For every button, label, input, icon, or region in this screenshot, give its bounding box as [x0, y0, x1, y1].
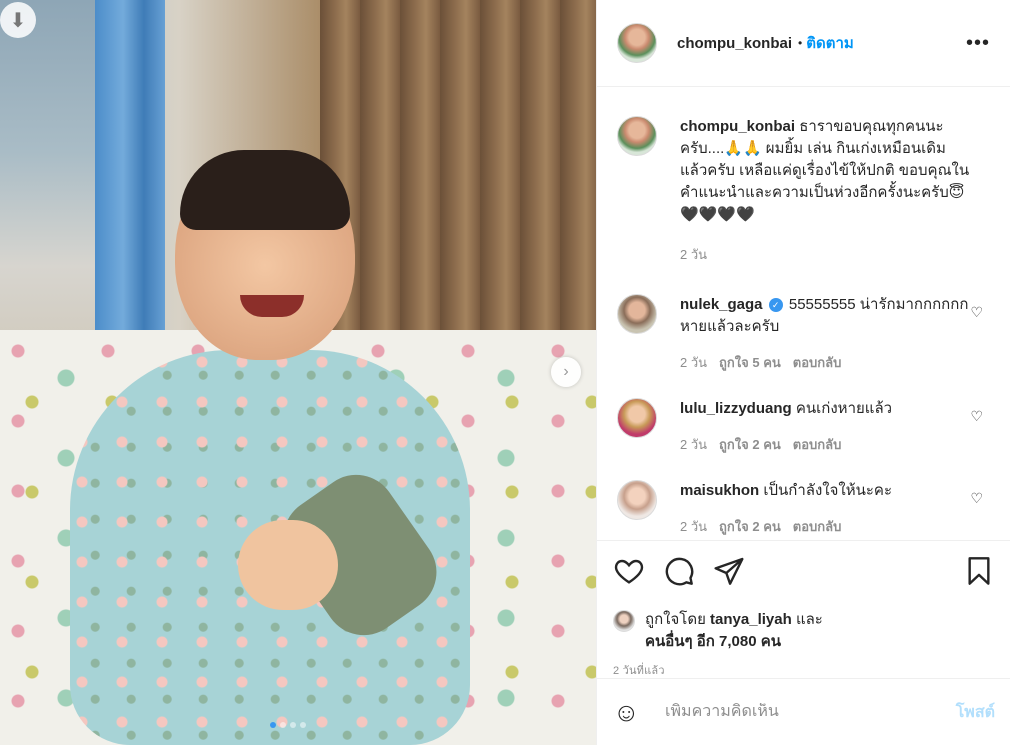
comment-likes[interactable]: ถูกใจ 2 คน	[719, 434, 781, 456]
comments-list[interactable]: chompu_konbai ธาราขอบคุณทุกคนนะครับ....🙏…	[597, 88, 1010, 540]
comment-text: คนเก่งหายแล้ว	[795, 400, 893, 417]
comment-item: nulek_gaga ✓ 55555555 น่ารักมากกกกกก หาย…	[617, 294, 991, 374]
carousel-dot	[300, 722, 306, 728]
carousel-dot	[290, 722, 296, 728]
comment-likes[interactable]: ถูกใจ 2 คน	[719, 516, 781, 538]
comment-likes[interactable]: ถูกใจ 5 คน	[719, 352, 781, 374]
post-button[interactable]: โพสต์	[956, 700, 995, 725]
add-comment-bar: ☺ โพสต์	[597, 678, 1010, 745]
post-side-panel: chompu_konbai • ติดตาม ••• chompu_konbai…	[596, 0, 1010, 745]
post-image[interactable]: ⬇ ›	[0, 0, 596, 745]
comment-item: lulu_lizzyduang คนเก่งหายแล้ว 2 วัน ถูกใ…	[617, 398, 991, 456]
post-timestamp[interactable]: 2 วันที่แล้ว	[613, 661, 995, 679]
avatar[interactable]	[613, 610, 635, 632]
comment-icon[interactable]	[663, 555, 695, 587]
comment-time[interactable]: 2 วัน	[680, 516, 707, 538]
post-actions: ถูกใจโดย tanya_liyah และ คนอื่นๆ อีก 7,0…	[597, 540, 1010, 678]
post-header: chompu_konbai • ติดตาม •••	[597, 0, 1010, 87]
likes-conj: และ	[795, 611, 823, 628]
chevron-right-icon: ›	[563, 363, 569, 380]
carousel-dot	[280, 722, 286, 728]
reply-button[interactable]: ตอบกลับ	[793, 352, 842, 374]
likes-summary: ถูกใจโดย tanya_liyah และ คนอื่นๆ อีก 7,0…	[613, 609, 995, 653]
send-icon[interactable]	[713, 555, 745, 587]
bookmark-icon[interactable]	[963, 555, 995, 587]
reply-button[interactable]: ตอบกลับ	[793, 516, 842, 538]
download-button[interactable]: ⬇	[0, 2, 36, 38]
comment-heart-icon[interactable]: ♡	[970, 304, 983, 321]
caption: chompu_konbai ธาราขอบคุณทุกคนนะครับ....🙏…	[617, 116, 991, 266]
comment-item: maisukhon เป็นกำลังใจให้นะคะ 2 วัน ถูกใจ…	[617, 480, 991, 538]
carousel-next-button[interactable]: ›	[551, 357, 581, 387]
avatar[interactable]	[617, 480, 657, 520]
comment-text: เป็นกำลังใจให้นะคะ	[763, 482, 893, 499]
comment-heart-icon[interactable]: ♡	[970, 408, 983, 425]
likes-prefix: ถูกใจโดย	[645, 611, 706, 628]
likes-others[interactable]: คนอื่นๆ อีก 7,080 คน	[645, 633, 781, 650]
photo-wall	[0, 0, 95, 380]
likes-user[interactable]: tanya_liyah	[710, 611, 792, 628]
comment-heart-icon[interactable]: ♡	[970, 490, 983, 507]
smiley-icon[interactable]: ☺	[613, 697, 645, 728]
caption-time[interactable]: 2 วัน	[680, 244, 707, 266]
separator-dot: •	[798, 36, 803, 50]
comment-username[interactable]: lulu_lizzyduang	[680, 400, 792, 417]
carousel-dot	[270, 722, 276, 728]
comment-time[interactable]: 2 วัน	[680, 352, 707, 374]
photo-curtain-blue	[95, 0, 165, 360]
follow-button[interactable]: ติดตาม	[806, 31, 854, 55]
photo-curtain-brown	[320, 0, 596, 340]
comment-username[interactable]: maisukhon	[680, 482, 759, 499]
avatar[interactable]	[617, 23, 657, 63]
arrow-down-icon: ⬇	[9, 9, 27, 32]
reply-button[interactable]: ตอบกลับ	[793, 434, 842, 456]
comment-input[interactable]	[665, 703, 956, 721]
carousel-indicator	[270, 722, 306, 728]
photo-baby-hair	[180, 150, 350, 230]
caption-username[interactable]: chompu_konbai	[680, 118, 795, 135]
photo-baby-hands	[238, 520, 338, 610]
more-options-icon[interactable]: •••	[966, 33, 990, 53]
verified-badge-icon: ✓	[768, 298, 783, 312]
comment-username[interactable]: nulek_gaga	[680, 296, 763, 313]
heart-icon[interactable]	[613, 555, 645, 587]
avatar[interactable]	[617, 294, 657, 334]
avatar[interactable]	[617, 116, 657, 156]
comment-time[interactable]: 2 วัน	[680, 434, 707, 456]
header-username[interactable]: chompu_konbai	[677, 35, 792, 52]
avatar[interactable]	[617, 398, 657, 438]
